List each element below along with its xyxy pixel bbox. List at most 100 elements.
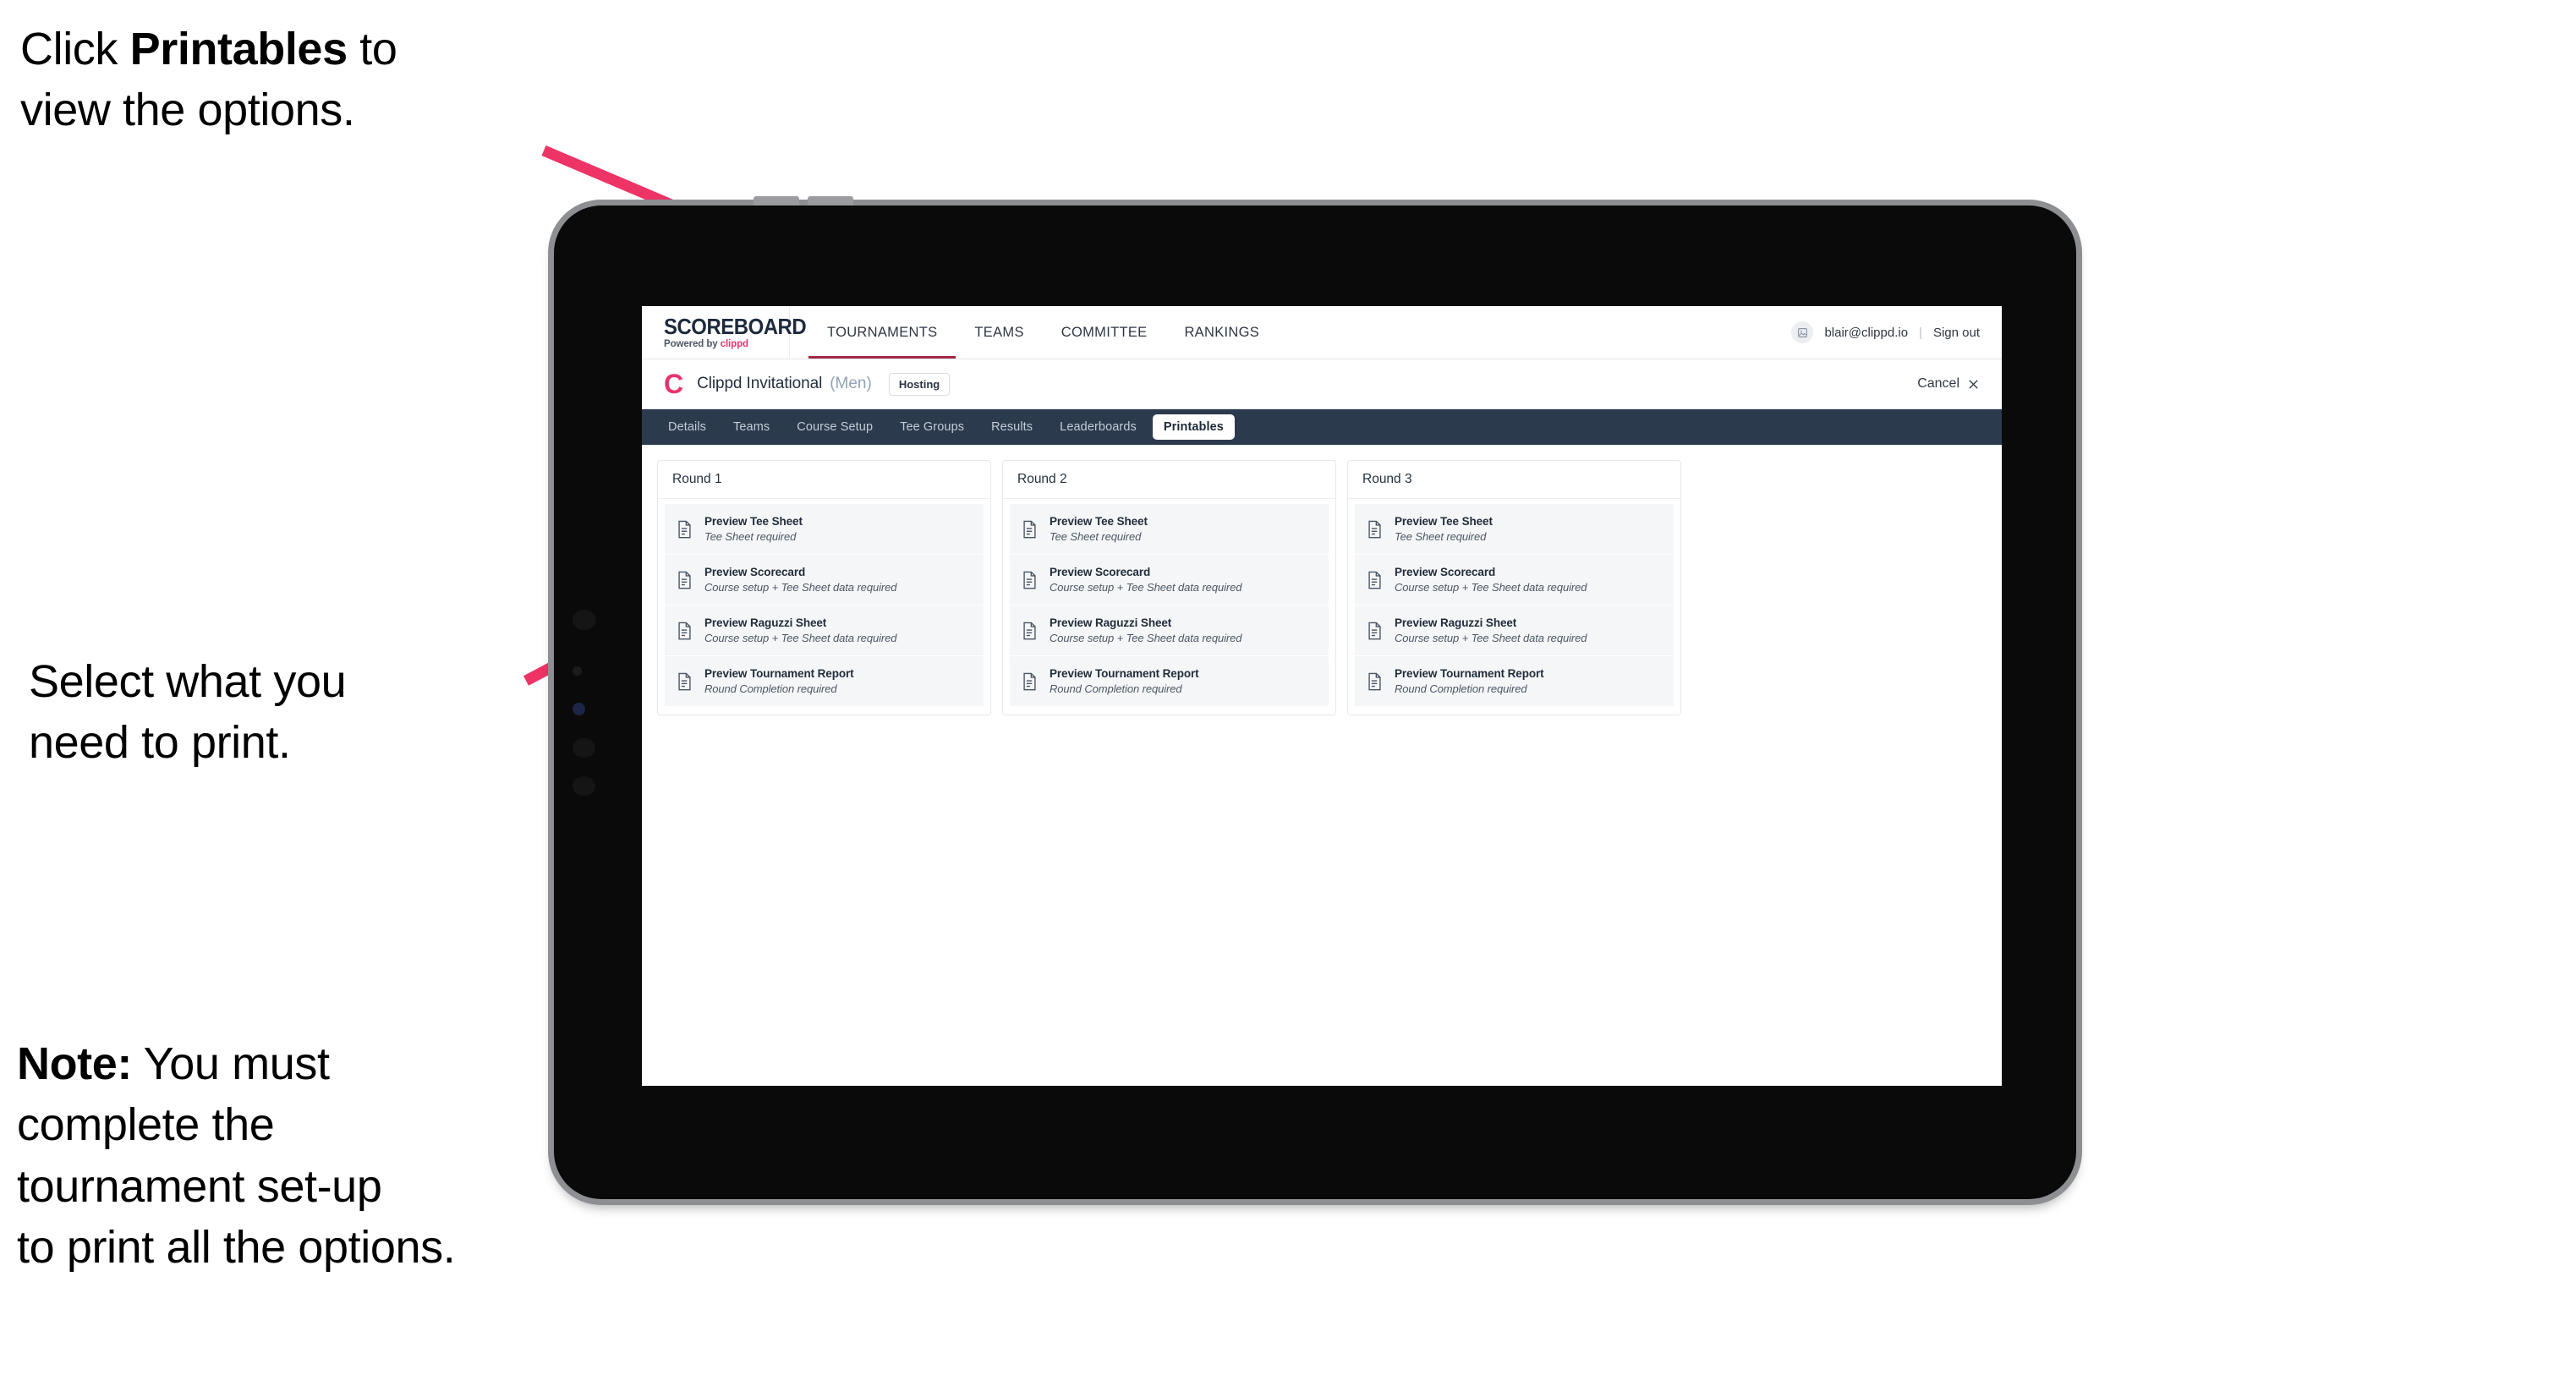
sensor-icon: [573, 703, 585, 715]
printable-item-tee-sheet[interactable]: Preview Tee Sheet Tee Sheet required: [1355, 504, 1674, 555]
printable-subtitle: Round Completion required: [1395, 682, 1527, 695]
document-icon: [1022, 622, 1038, 640]
printable-title: Preview Tournament Report: [704, 667, 854, 680]
volume-up-button[interactable]: [754, 196, 799, 205]
printable-subtitle: Round Completion required: [704, 682, 837, 695]
printable-title: Preview Scorecard: [1050, 566, 1151, 578]
printable-title: Preview Scorecard: [704, 566, 806, 578]
account-area: blair@clippd.io | Sign out: [1791, 306, 2002, 359]
nav-item-rankings[interactable]: RANKINGS: [1165, 306, 1278, 359]
account-separator: |: [1919, 325, 1922, 340]
printable-subtitle: Course setup + Tee Sheet data required: [1395, 581, 1587, 594]
printable-title: Preview Raguzzi Sheet: [704, 616, 827, 629]
tab-printables[interactable]: Printables: [1152, 414, 1235, 440]
round-title: Round 1: [658, 461, 990, 499]
nav-item-teams[interactable]: TEAMS: [956, 306, 1042, 359]
printable-item-scorecard[interactable]: Preview Scorecard Course setup + Tee She…: [1010, 555, 1329, 605]
user-avatar-icon[interactable]: [1791, 321, 1814, 343]
printable-title: Preview Raguzzi Sheet: [1050, 616, 1172, 629]
tab-leaderboards[interactable]: Leaderboards: [1049, 414, 1148, 440]
document-icon: [1022, 520, 1038, 539]
printable-title: Preview Raguzzi Sheet: [1395, 616, 1517, 629]
annotation-select-print: Select what you need to print.: [29, 656, 347, 769]
round-column: Round 3 Preview Tee Sheet Tee Sheet requ…: [1347, 460, 1681, 715]
printable-item-raguzzi-sheet[interactable]: Preview Raguzzi Sheet Course setup + Tee…: [665, 605, 984, 656]
document-icon: [677, 622, 693, 640]
tablet-device: SCOREBOARD Powered by clippd TOURNAMENTS…: [554, 196, 2076, 1199]
document-icon: [1367, 672, 1383, 691]
printable-subtitle: Course setup + Tee Sheet data required: [1050, 581, 1242, 594]
cancel-button[interactable]: Cancel: [1917, 376, 1980, 392]
tab-details[interactable]: Details: [657, 414, 717, 440]
printable-title: Preview Tournament Report: [1050, 667, 1199, 680]
document-icon: [677, 571, 693, 589]
sign-out-link[interactable]: Sign out: [1933, 326, 1980, 340]
printable-subtitle: Tee Sheet required: [704, 530, 797, 543]
printable-subtitle: Tee Sheet required: [1050, 530, 1142, 543]
logo-tagline-prefix: Powered by: [664, 338, 721, 349]
document-icon: [1022, 571, 1038, 589]
document-icon: [677, 672, 693, 691]
printable-title: Preview Tee Sheet: [704, 515, 803, 528]
close-icon: [1969, 379, 1978, 389]
printable-title: Preview Tee Sheet: [1050, 515, 1148, 528]
tournament-gender: (Men): [830, 375, 872, 392]
round-items: Preview Tee Sheet Tee Sheet required Pre…: [1348, 499, 1680, 715]
annotation-note-bold: Note:: [17, 1038, 132, 1089]
printable-title: Preview Tournament Report: [1395, 667, 1544, 680]
tournament-name: Clippd Invitational: [697, 375, 823, 392]
printable-item-raguzzi-sheet[interactable]: Preview Raguzzi Sheet Course setup + Tee…: [1010, 605, 1329, 656]
document-icon: [1367, 622, 1383, 640]
document-icon: [1022, 672, 1038, 691]
printable-item-tournament-report[interactable]: Preview Tournament Report Round Completi…: [665, 656, 984, 706]
app-top-bar: SCOREBOARD Powered by clippd TOURNAMENTS…: [642, 306, 2002, 359]
speaker-grill-icon: [573, 776, 595, 796]
printable-item-scorecard[interactable]: Preview Scorecard Course setup + Tee She…: [1355, 555, 1674, 605]
printable-subtitle: Round Completion required: [1050, 682, 1182, 695]
round-title: Round 2: [1003, 461, 1335, 499]
printable-item-tee-sheet[interactable]: Preview Tee Sheet Tee Sheet required: [1010, 504, 1329, 555]
document-icon: [1367, 571, 1383, 589]
logo-tagline: Powered by clippd: [664, 338, 789, 350]
clippd-logo-icon: C: [664, 369, 684, 399]
document-icon: [677, 520, 693, 539]
printable-item-tournament-report[interactable]: Preview Tournament Report Round Completi…: [1355, 656, 1674, 706]
annotation-click-prefix: Click: [20, 24, 130, 74]
printable-item-raguzzi-sheet[interactable]: Preview Raguzzi Sheet Course setup + Tee…: [1355, 605, 1674, 656]
scoreboard-logo[interactable]: SCOREBOARD Powered by clippd: [642, 306, 807, 359]
logo-wordmark: SCOREBOARD: [664, 313, 807, 339]
tournament-bar: C Clippd Invitational (Men) Hosting Canc…: [642, 359, 2002, 409]
nav-item-committee[interactable]: COMMITTEE: [1043, 306, 1166, 359]
printable-subtitle: Course setup + Tee Sheet data required: [704, 632, 897, 644]
printable-subtitle: Tee Sheet required: [1395, 530, 1487, 543]
printable-title: Preview Scorecard: [1395, 566, 1496, 578]
tablet-screen: SCOREBOARD Powered by clippd TOURNAMENTS…: [642, 306, 2002, 1086]
camera-icon: [573, 666, 582, 676]
printable-item-scorecard[interactable]: Preview Scorecard Course setup + Tee She…: [665, 555, 984, 605]
printables-round-columns: Round 1 Preview Tee Sheet Tee Sheet requ…: [642, 445, 2002, 715]
round-column: Round 2 Preview Tee Sheet Tee Sheet requ…: [1002, 460, 1336, 715]
round-column: Round 1 Preview Tee Sheet Tee Sheet requ…: [657, 460, 991, 715]
tab-course-setup[interactable]: Course Setup: [786, 414, 884, 440]
printable-subtitle: Course setup + Tee Sheet data required: [1395, 632, 1587, 644]
printable-item-tee-sheet[interactable]: Preview Tee Sheet Tee Sheet required: [665, 504, 984, 555]
speaker-grill-icon: [573, 738, 595, 758]
tab-results[interactable]: Results: [980, 414, 1044, 440]
section-tab-bar: Details Teams Course Setup Tee Groups Re…: [642, 409, 2002, 445]
tab-tee-groups[interactable]: Tee Groups: [889, 414, 975, 440]
printable-subtitle: Course setup + Tee Sheet data required: [704, 581, 897, 594]
volume-down-button[interactable]: [808, 196, 853, 205]
nav-item-tournaments[interactable]: TOURNAMENTS: [808, 306, 956, 359]
round-items: Preview Tee Sheet Tee Sheet required Pre…: [658, 499, 990, 715]
cancel-label: Cancel: [1917, 376, 1959, 391]
speaker-grill-icon: [573, 610, 596, 630]
tab-teams[interactable]: Teams: [722, 414, 781, 440]
status-badge[interactable]: Hosting: [888, 372, 951, 396]
document-icon: [1367, 520, 1383, 539]
logo-tagline-brand: clippd: [720, 338, 748, 349]
account-email: blair@clippd.io: [1824, 325, 1909, 340]
annotation-click-printables: Click Printables to view the options.: [20, 19, 562, 141]
primary-nav: TOURNAMENTS TEAMS COMMITTEE RANKINGS: [808, 306, 1278, 359]
printable-item-tournament-report[interactable]: Preview Tournament Report Round Completi…: [1010, 656, 1329, 706]
round-title: Round 3: [1348, 461, 1680, 499]
